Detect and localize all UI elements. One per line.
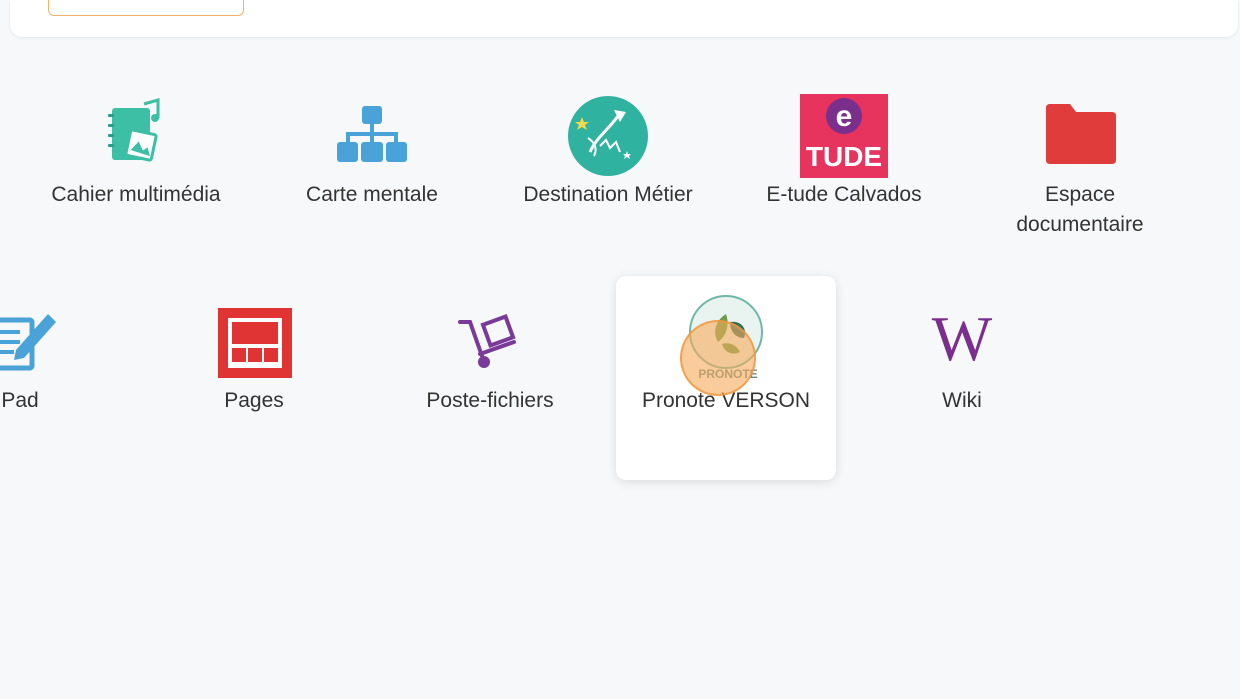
destination-globe-icon [560, 86, 656, 182]
sitemap-icon [324, 86, 420, 182]
app-label: Pronote VERSON [641, 389, 811, 412]
app-tile-pad[interactable]: Pad [0, 276, 130, 480]
app-label: Carte mentale [306, 183, 438, 206]
app-tile-pages[interactable]: Pages [144, 276, 364, 480]
pad-pencil-icon [0, 292, 68, 388]
pages-layout-icon [206, 292, 302, 388]
etude-logo-tude: TUDE [806, 141, 882, 172]
app-tile-wiki[interactable]: W Wiki [852, 276, 1072, 480]
app-tile-espace-documentaire[interactable]: Espace documentaire [970, 70, 1190, 274]
top-action-button[interactable] [48, 0, 244, 16]
app-tile-etude-calvados[interactable]: e TUDE E-tude Calvados [734, 70, 954, 274]
wiki-w-icon: W [914, 292, 1010, 388]
app-label: Espace documentaire [1016, 183, 1144, 236]
wiki-logo-letter: W [932, 303, 993, 374]
notebook-music-icon [88, 86, 184, 182]
etude-logo-e: e [836, 100, 853, 133]
app-label: Destination Métier [523, 183, 693, 206]
top-panel [10, 0, 1238, 37]
pronote-logo-text: PRONOTE [698, 367, 757, 381]
app-tile-pronote-verson[interactable]: PRONOTE Pronote VERSON [616, 276, 836, 480]
etude-logo-icon: e TUDE [796, 86, 892, 182]
folder-icon [1032, 86, 1128, 182]
app-label: Cahier multimédia [51, 183, 221, 206]
app-tile-carte-mentale[interactable]: Carte mentale [262, 70, 482, 274]
app-label: Poste-fichiers [426, 389, 554, 412]
pronote-logo-icon: PRONOTE [678, 292, 774, 388]
app-tile-destination-metier[interactable]: Destination Métier [498, 70, 718, 274]
app-label: Pages [224, 389, 284, 412]
app-tile-poste-fichiers[interactable]: Poste-fichiers [380, 276, 600, 480]
hand-truck-icon [442, 292, 538, 388]
app-label: E-tude Calvados [766, 183, 922, 206]
app-tile-cahier-multimedia[interactable]: Cahier multimédia [26, 70, 246, 274]
app-label: Pad [1, 389, 39, 412]
app-label: Wiki [942, 389, 982, 412]
